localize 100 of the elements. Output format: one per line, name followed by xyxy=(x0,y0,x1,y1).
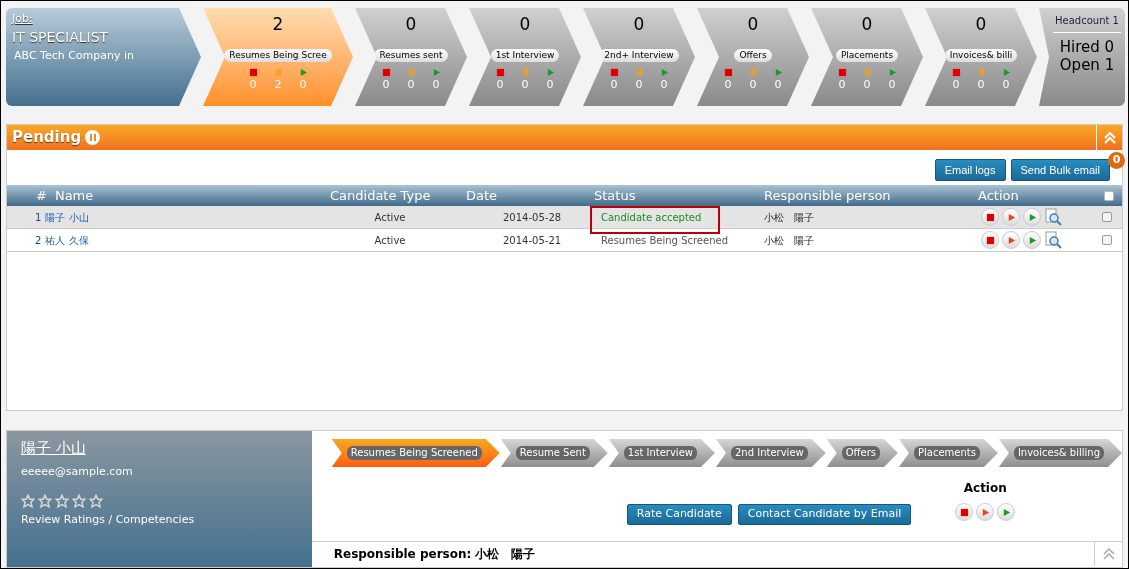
candidate-name-link[interactable]: 陽子 小山 xyxy=(45,209,89,225)
stage-count: 2 xyxy=(272,13,284,35)
progress-step[interactable]: Placements xyxy=(898,439,998,467)
star-icon[interactable] xyxy=(89,494,103,508)
pause-icon xyxy=(634,68,644,77)
bulk-email-button[interactable]: Send Bulk email xyxy=(1010,159,1110,181)
candidate-name-link[interactable]: 祐人 久保 xyxy=(45,232,89,248)
play-button[interactable] xyxy=(1023,208,1041,226)
step-label: Resumes Being Screened xyxy=(346,446,482,460)
stage-sub-count: 0 xyxy=(248,77,258,93)
row-number: 1 xyxy=(35,210,42,225)
play-button[interactable] xyxy=(976,503,995,521)
stop-button[interactable] xyxy=(981,231,999,249)
row-number: 2 xyxy=(35,233,42,248)
stage-sub-count: 0 xyxy=(495,77,505,93)
play-button[interactable] xyxy=(997,503,1016,521)
email-logs-button[interactable]: Email logs xyxy=(934,159,1006,181)
stop-button[interactable] xyxy=(981,208,999,226)
pause-icon xyxy=(85,130,101,145)
stop-icon xyxy=(985,235,995,245)
stop-icon xyxy=(381,68,391,77)
column-header: Action xyxy=(978,187,1019,203)
progress-step[interactable]: Invoices& billing xyxy=(998,439,1122,467)
stage-sub-count: 0 xyxy=(862,77,872,93)
play-button[interactable] xyxy=(1002,208,1020,226)
document-search-icon[interactable] xyxy=(1044,208,1062,226)
pipeline-stage[interactable]: 0 Invoices& billi 0 0 0 xyxy=(925,8,1037,106)
stop-icon xyxy=(959,507,969,517)
stage-sub-count: 0 xyxy=(976,77,986,93)
table-cell: 小松 陽子 xyxy=(764,234,814,246)
stage-sub-count: 0 xyxy=(431,77,441,93)
play-button[interactable] xyxy=(1023,231,1041,249)
play-icon xyxy=(773,68,783,77)
headcount-label: Headcount 1 xyxy=(1053,13,1121,33)
play-icon xyxy=(1027,235,1037,245)
table-cell-text: Active xyxy=(374,210,406,225)
stage-sub-count: 0 xyxy=(406,77,416,93)
stage-sub-count: 0 xyxy=(951,77,961,93)
table-row[interactable]: 2 祐人 久保 Active 2014-05-21 Resumes Being Screened 小松 陽子 xyxy=(7,229,1122,252)
stage-sub-count: 0 xyxy=(298,77,308,93)
progress-step[interactable]: Offers xyxy=(826,439,898,467)
stage-sub-count: 0 xyxy=(1001,77,1011,93)
select-all-checkbox[interactable] xyxy=(1104,190,1114,201)
table-row[interactable]: 1 陽子 小山 Active 2014-05-28 Candidate accepted 小松 陽子 xyxy=(7,206,1122,229)
pipeline-stage[interactable]: 0 Resumes sent 0 0 0 xyxy=(355,8,467,106)
stage-label: Placements xyxy=(835,49,899,62)
pipeline-stage[interactable]: 2 Resumes Being Scree 0 2 0 xyxy=(203,8,353,106)
open-count: Open 1 xyxy=(1059,56,1115,74)
status-text: Resumes Being Screened xyxy=(601,234,729,246)
double-chevron-up-icon xyxy=(1102,131,1117,144)
play-button[interactable] xyxy=(1002,231,1020,249)
status-text: Candidate accepted xyxy=(601,211,702,223)
pipeline-stage[interactable]: 0 1st Interview 0 0 0 xyxy=(469,8,581,106)
document-search-icon[interactable] xyxy=(1044,231,1062,249)
stage-sub-count: 0 xyxy=(659,77,669,93)
star-icon[interactable] xyxy=(21,494,35,508)
star-icon[interactable] xyxy=(55,494,69,508)
step-label: Placements xyxy=(913,446,980,460)
stage-label: Resumes Being Scree xyxy=(224,49,332,62)
ratings-link[interactable]: Review Ratings / Competencies xyxy=(21,512,195,529)
play-icon xyxy=(887,68,897,77)
stage-sub-count: 0 xyxy=(773,77,783,93)
row-checkbox[interactable] xyxy=(1102,212,1112,222)
stage-count: 0 xyxy=(633,13,645,35)
table-cell-text: Active xyxy=(374,233,406,248)
stage-sub-count: 0 xyxy=(723,77,733,93)
double-chevron-up-icon xyxy=(1101,547,1116,560)
stage-label: Invoices& billi xyxy=(944,49,1018,62)
table-cell: 2014-05-28 xyxy=(503,211,562,223)
job-title: IT SPECIALIST xyxy=(12,27,109,46)
progress-step[interactable]: Resume Sent xyxy=(500,439,608,467)
pipeline-stage[interactable]: 0 2nd+ Interview 0 0 0 xyxy=(583,8,695,106)
table-cell: 2014-05-21 xyxy=(503,234,562,246)
hired-count: Hired 0 xyxy=(1059,38,1115,56)
play-icon xyxy=(431,68,441,77)
pause-icon xyxy=(862,68,872,77)
contact-email-button[interactable]: Contact Candidate by Email xyxy=(737,504,912,525)
progress-step[interactable]: 1st Interview xyxy=(608,439,715,467)
table-cell: 小松 陽子 xyxy=(764,211,814,223)
pipeline-stage[interactable]: 0 Placements 0 0 0 xyxy=(811,8,923,106)
column-header: Name xyxy=(54,186,94,205)
rate-candidate-button[interactable]: Rate Candidate xyxy=(626,504,732,525)
star-icon[interactable] xyxy=(72,494,86,508)
stage-sub-count: 0 xyxy=(609,77,619,93)
stop-button[interactable] xyxy=(955,503,974,521)
candidate-name-link[interactable]: 陽子 小山 xyxy=(21,437,104,460)
stage-sub-count: 0 xyxy=(887,77,897,93)
step-label: 1st Interview xyxy=(623,446,697,460)
pause-icon xyxy=(273,68,283,77)
stop-icon xyxy=(723,68,733,77)
play-icon xyxy=(1001,68,1011,77)
stop-icon xyxy=(248,68,258,77)
play-icon xyxy=(980,507,990,517)
pipeline-stage[interactable]: 0 Offers 0 0 0 xyxy=(697,8,809,106)
star-icon[interactable] xyxy=(38,494,52,508)
stage-sub-count: 0 xyxy=(634,77,644,93)
progress-step[interactable]: Resumes Being Screened xyxy=(331,439,500,467)
progress-step[interactable]: 2nd Interview xyxy=(716,439,826,467)
row-checkbox[interactable] xyxy=(1102,235,1112,245)
pause-icon xyxy=(406,68,416,77)
